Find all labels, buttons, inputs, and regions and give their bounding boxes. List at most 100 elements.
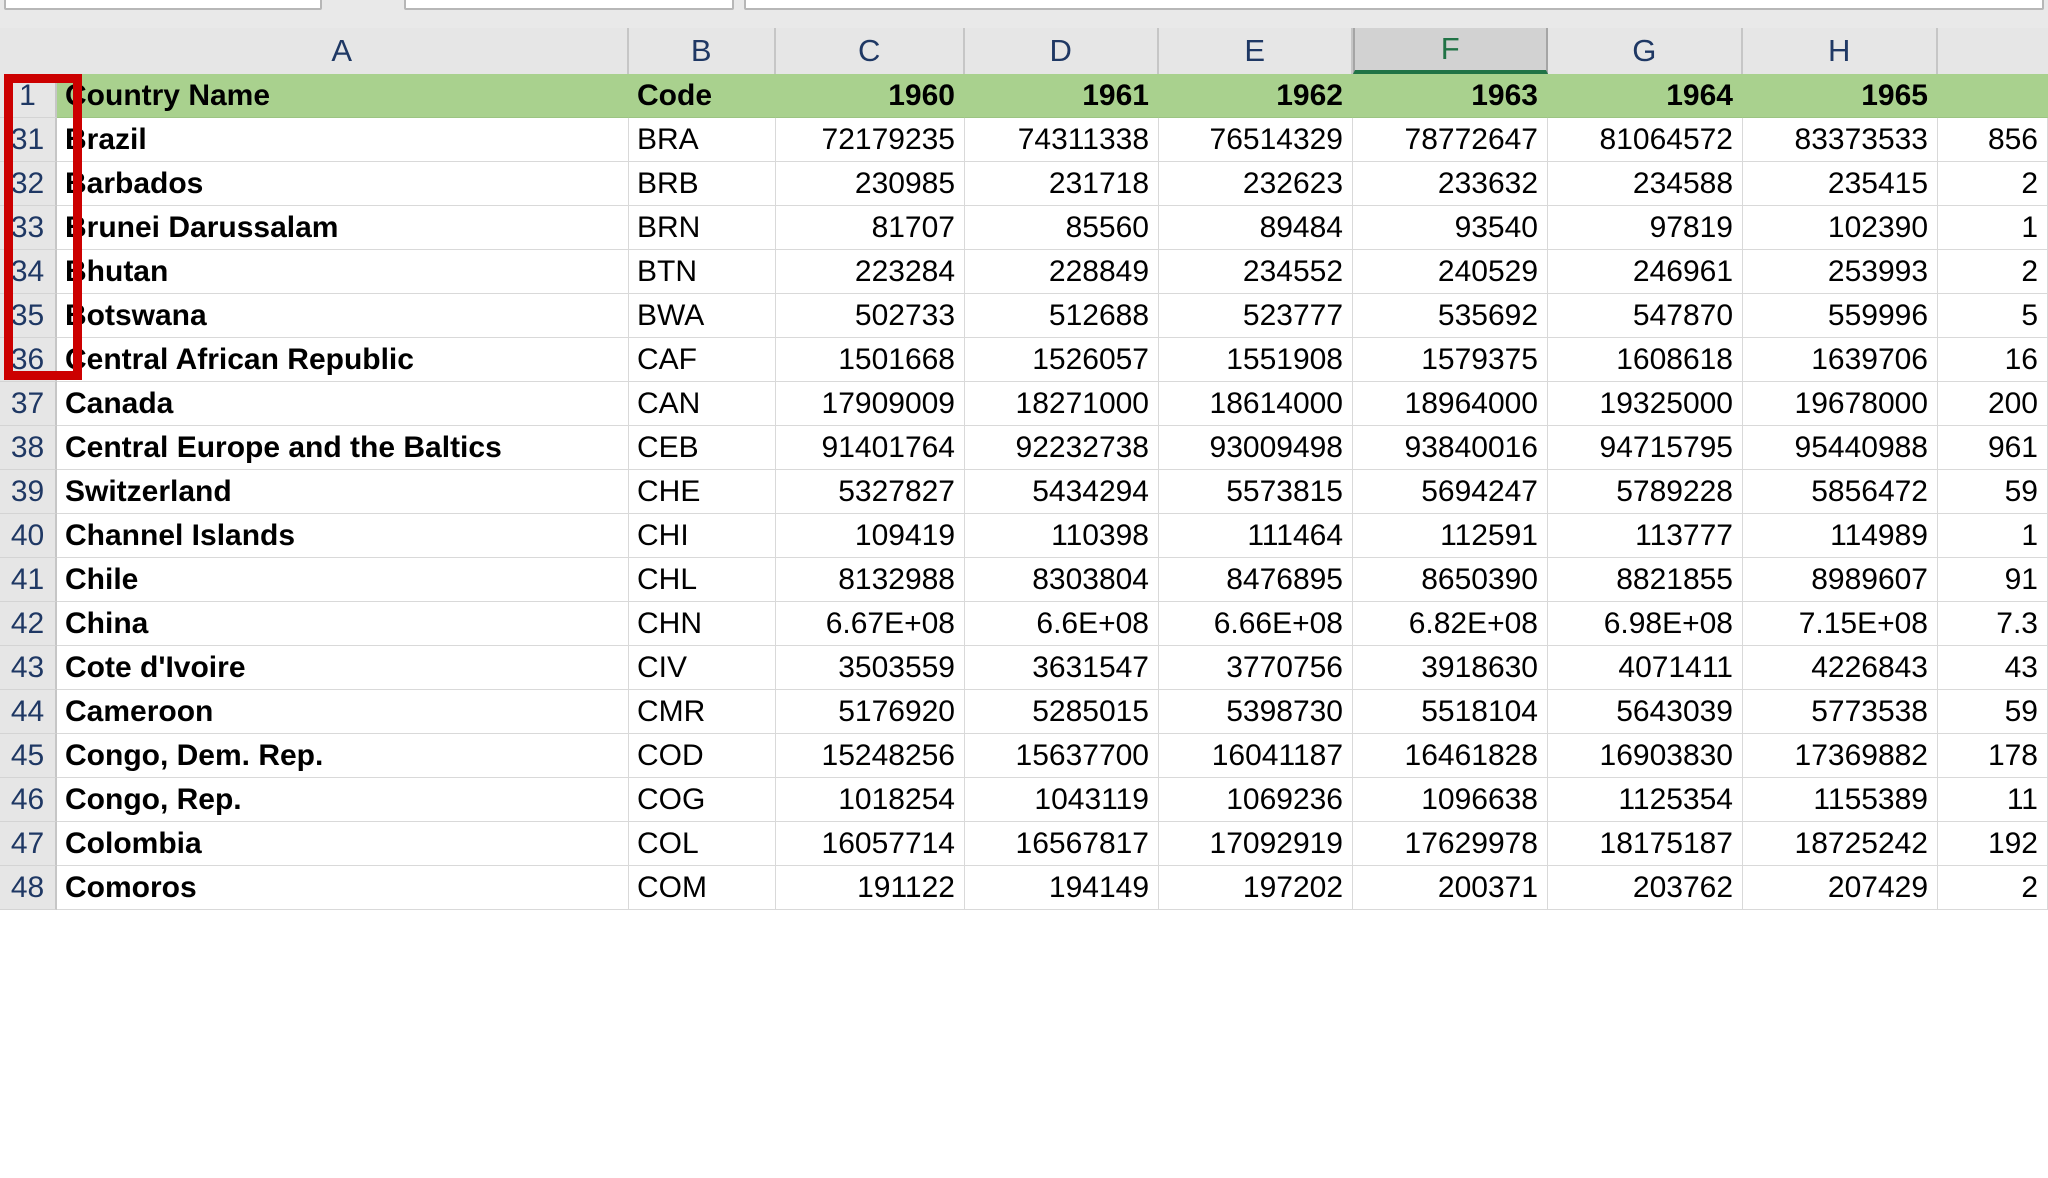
table-cell[interactable]: 961 [1938, 426, 2048, 470]
table-cell[interactable]: CHE [629, 470, 776, 514]
table-row[interactable]: Cote d'Ivoire [57, 646, 629, 690]
table-cell[interactable]: 8989607 [1743, 558, 1938, 602]
table-cell[interactable]: 16 [1938, 338, 2048, 382]
table-cell[interactable]: 16461828 [1353, 734, 1548, 778]
row-header-33[interactable]: 33 [0, 206, 57, 250]
table-cell[interactable]: 8821855 [1548, 558, 1743, 602]
table-row[interactable]: Brazil [57, 118, 629, 162]
table-cell[interactable]: CHI [629, 514, 776, 558]
table-cell[interactable]: CEB [629, 426, 776, 470]
table-cell[interactable]: 3631547 [965, 646, 1159, 690]
table-cell[interactable]: 6.67E+08 [776, 602, 965, 646]
table-cell[interactable]: 246961 [1548, 250, 1743, 294]
table-cell[interactable]: 91 [1938, 558, 2048, 602]
table-cell[interactable]: 2 [1938, 866, 2048, 910]
table-cell[interactable]: 5398730 [1159, 690, 1353, 734]
table-cell[interactable]: 5573815 [1159, 470, 1353, 514]
table-header-cell[interactable] [1938, 74, 2048, 118]
table-cell[interactable]: 5643039 [1548, 690, 1743, 734]
table-row[interactable]: Congo, Rep. [57, 778, 629, 822]
column-header-a[interactable]: A [57, 28, 629, 74]
table-cell[interactable]: 1069236 [1159, 778, 1353, 822]
table-header-cell[interactable]: 1964 [1548, 74, 1743, 118]
table-cell[interactable]: CAF [629, 338, 776, 382]
table-cell[interactable]: BRB [629, 162, 776, 206]
table-cell[interactable]: 234588 [1548, 162, 1743, 206]
table-cell[interactable]: 223284 [776, 250, 965, 294]
table-cell[interactable]: 93009498 [1159, 426, 1353, 470]
table-cell[interactable]: 200 [1938, 382, 2048, 426]
table-row[interactable]: Chile [57, 558, 629, 602]
table-cell[interactable]: 203762 [1548, 866, 1743, 910]
column-header-e[interactable]: E [1159, 28, 1353, 74]
row-header-45[interactable]: 45 [0, 734, 57, 778]
table-cell[interactable]: 233632 [1353, 162, 1548, 206]
row-header-32[interactable]: 32 [0, 162, 57, 206]
table-cell[interactable]: 6.98E+08 [1548, 602, 1743, 646]
table-cell[interactable]: CAN [629, 382, 776, 426]
table-cell[interactable]: COL [629, 822, 776, 866]
table-cell[interactable]: 18175187 [1548, 822, 1743, 866]
row-header-37[interactable]: 37 [0, 382, 57, 426]
table-header-cell[interactable]: 1962 [1159, 74, 1353, 118]
table-row[interactable]: Channel Islands [57, 514, 629, 558]
table-cell[interactable]: 19325000 [1548, 382, 1743, 426]
table-cell[interactable]: 6.6E+08 [965, 602, 1159, 646]
table-cell[interactable]: 76514329 [1159, 118, 1353, 162]
table-cell[interactable]: 1 [1938, 514, 2048, 558]
table-cell[interactable]: CHL [629, 558, 776, 602]
table-cell[interactable]: BRN [629, 206, 776, 250]
table-cell[interactable]: COG [629, 778, 776, 822]
table-cell[interactable]: 230985 [776, 162, 965, 206]
table-cell[interactable]: 94715795 [1548, 426, 1743, 470]
table-cell[interactable]: COD [629, 734, 776, 778]
table-cell[interactable]: 83373533 [1743, 118, 1938, 162]
table-cell[interactable]: 8132988 [776, 558, 965, 602]
table-cell[interactable]: 7.15E+08 [1743, 602, 1938, 646]
table-header-cell[interactable]: 1960 [776, 74, 965, 118]
table-cell[interactable]: 19678000 [1743, 382, 1938, 426]
table-row[interactable]: Cameroon [57, 690, 629, 734]
row-header-36[interactable]: 36 [0, 338, 57, 382]
table-cell[interactable]: 559996 [1743, 294, 1938, 338]
table-row[interactable]: Canada [57, 382, 629, 426]
table-row[interactable]: Congo, Dem. Rep. [57, 734, 629, 778]
table-cell[interactable]: 17909009 [776, 382, 965, 426]
table-cell[interactable]: 11 [1938, 778, 2048, 822]
spreadsheet-grid[interactable]: A B C D E F G H 1 31 32 33 34 35 36 37 38 39 40 41 42 43 44 45 4… [0, 28, 2048, 1178]
table-cell[interactable]: 109419 [776, 514, 965, 558]
table-header-cell[interactable]: Country Name [57, 74, 629, 118]
table-cell[interactable]: 97819 [1548, 206, 1743, 250]
table-cell[interactable]: 8476895 [1159, 558, 1353, 602]
table-cell[interactable]: 232623 [1159, 162, 1353, 206]
table-cell[interactable]: 1501668 [776, 338, 965, 382]
column-header-c[interactable]: C [776, 28, 965, 74]
table-cell[interactable]: 1096638 [1353, 778, 1548, 822]
table-cell[interactable]: CIV [629, 646, 776, 690]
table-cell[interactable]: 5 [1938, 294, 2048, 338]
table-cell[interactable]: 95440988 [1743, 426, 1938, 470]
table-cell[interactable]: 2 [1938, 250, 2048, 294]
table-cell[interactable]: 5176920 [776, 690, 965, 734]
table-row[interactable]: Brunei Darussalam [57, 206, 629, 250]
table-row[interactable]: Central Europe and the Baltics [57, 426, 629, 470]
table-cell[interactable]: 1018254 [776, 778, 965, 822]
table-cell[interactable]: 191122 [776, 866, 965, 910]
table-cell[interactable]: 235415 [1743, 162, 1938, 206]
row-header-46[interactable]: 46 [0, 778, 57, 822]
table-cell[interactable]: 89484 [1159, 206, 1353, 250]
table-cell[interactable]: 1579375 [1353, 338, 1548, 382]
table-cell[interactable]: CMR [629, 690, 776, 734]
table-cell[interactable]: 18725242 [1743, 822, 1938, 866]
table-cell[interactable]: 7.3 [1938, 602, 2048, 646]
table-cell[interactable]: 5856472 [1743, 470, 1938, 514]
table-cell[interactable]: 192 [1938, 822, 2048, 866]
table-cell[interactable]: 16057714 [776, 822, 965, 866]
table-cell[interactable]: 231718 [965, 162, 1159, 206]
table-cell[interactable]: 15637700 [965, 734, 1159, 778]
table-cell[interactable]: 4226843 [1743, 646, 1938, 690]
column-header-b[interactable]: B [629, 28, 776, 74]
table-header-cell[interactable]: 1961 [965, 74, 1159, 118]
table-cell[interactable]: 178 [1938, 734, 2048, 778]
name-box[interactable] [4, 0, 322, 10]
